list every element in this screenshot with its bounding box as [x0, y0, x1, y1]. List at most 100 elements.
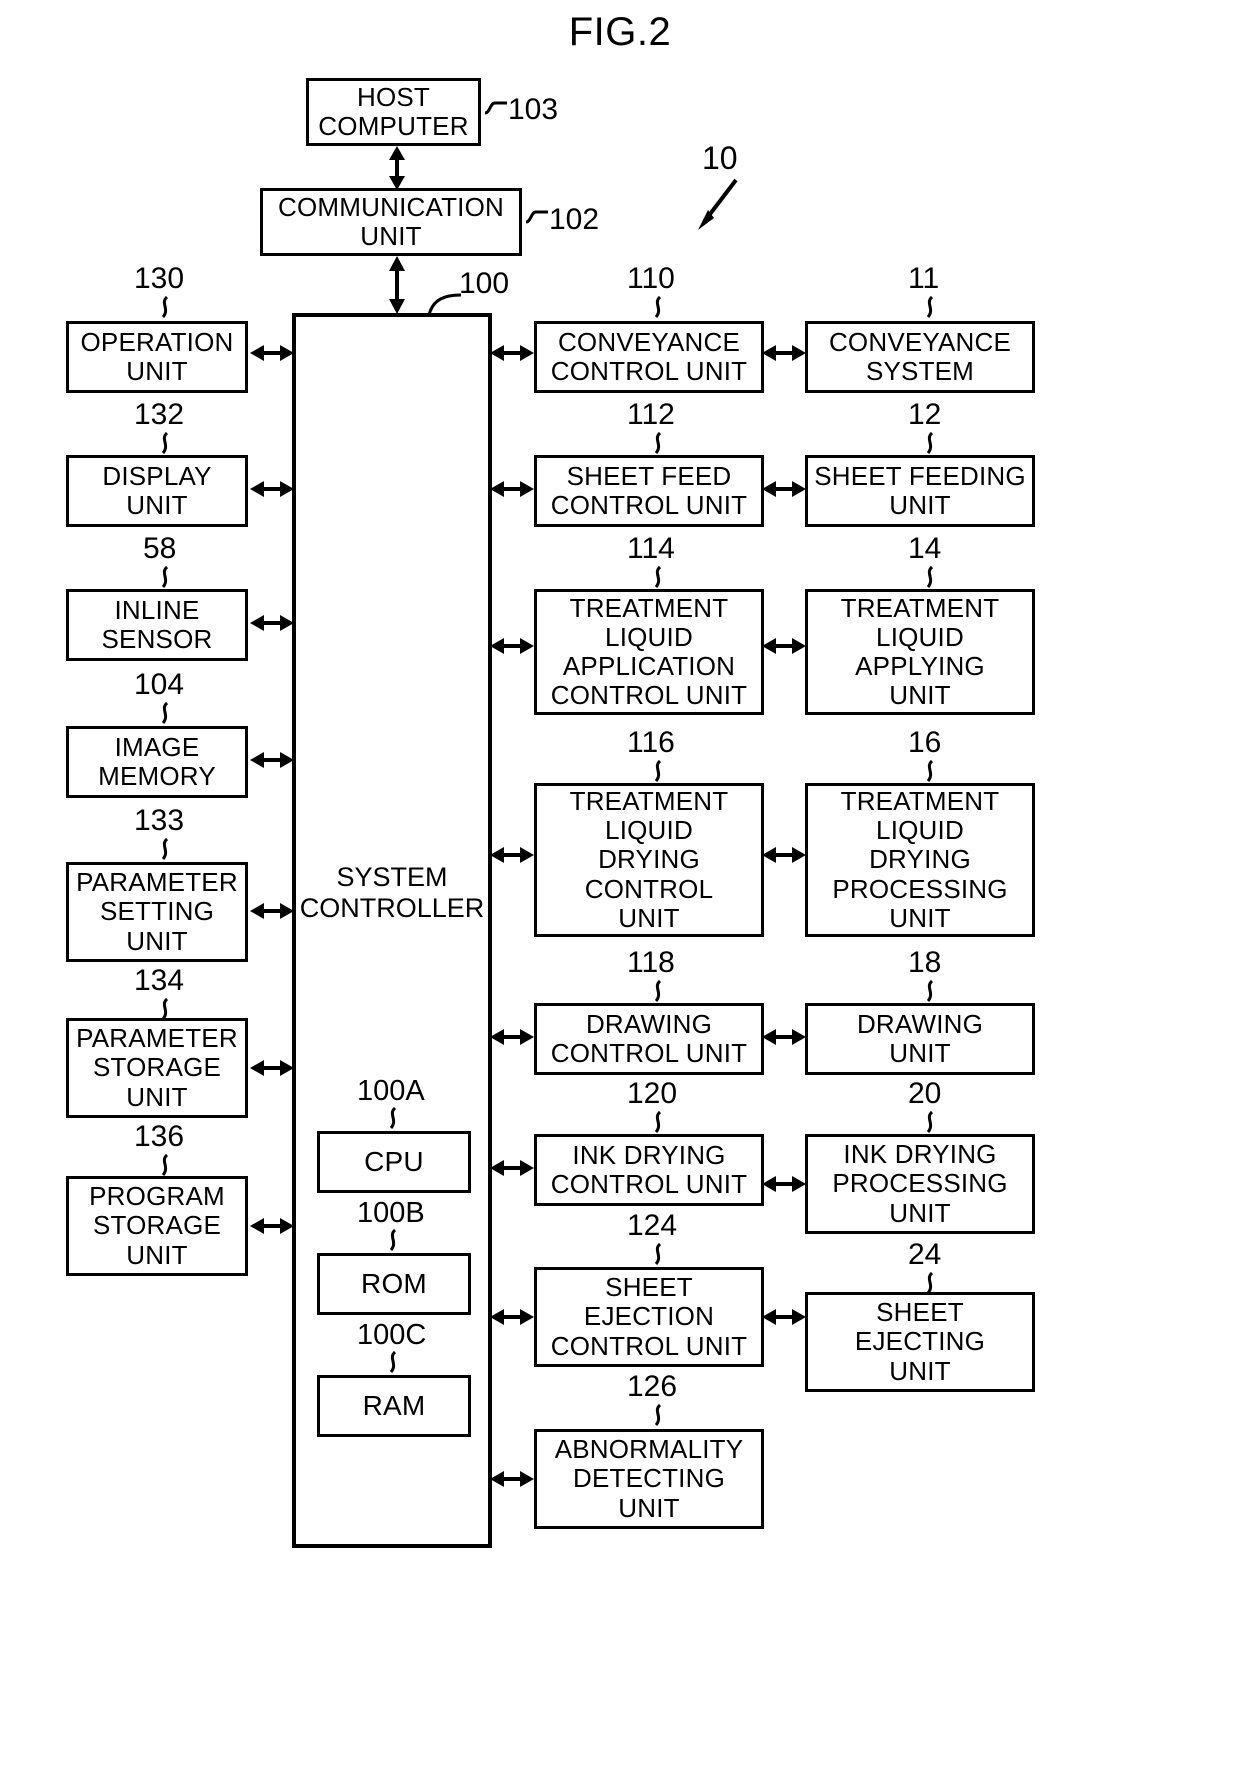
arrow-host-to-communication — [385, 146, 409, 190]
block-inline-sensor: INLINE SENSOR — [66, 589, 248, 661]
arrow-parameter-setting-unit — [250, 899, 294, 923]
lead-line-116 — [650, 759, 666, 783]
ref-numeral-14: 14 — [908, 532, 942, 565]
lead-line-104 — [157, 701, 173, 725]
block-drawing-control-unit: DRAWING CONTROL UNIT — [534, 1003, 764, 1075]
lead-line-112 — [650, 431, 666, 455]
lead-line-100C — [385, 1350, 401, 1374]
ref-numeral-126: 126 — [627, 1370, 678, 1403]
ref-numeral-104: 104 — [134, 668, 185, 701]
block-image-memory: IMAGE MEMORY — [66, 726, 248, 798]
block-ink-drying-processing-unit: INK DRYING PROCESSING UNIT — [805, 1134, 1035, 1234]
lead-line-102 — [524, 208, 548, 230]
ref-numeral-100C: 100C — [357, 1319, 427, 1351]
arrow-controller-to-treatment-liquid-application-control — [490, 634, 534, 658]
ref-numeral-118: 118 — [627, 946, 675, 979]
ref-numeral-124: 124 — [627, 1209, 678, 1242]
figure-canvas: FIG.2 HOST COMPUTER 103 COMMUNICATION UN… — [0, 0, 1240, 1773]
arrow-controller-to-sheet-feed-control — [490, 477, 534, 501]
block-ink-drying-control-unit: INK DRYING CONTROL UNIT — [534, 1134, 764, 1206]
system-controller-label: SYSTEM CONTROLLER — [299, 862, 485, 924]
ref-numeral-16: 16 — [908, 726, 942, 759]
block-parameter-setting-unit: PARAMETER SETTING UNIT — [66, 862, 248, 962]
block-treatment-liquid-application-control-unit: TREATMENT LIQUID APPLICATION CONTROL UNI… — [534, 589, 764, 715]
block-sheet-ejecting-unit: SHEET EJECTING UNIT — [805, 1292, 1035, 1392]
block-conveyance-control-unit: CONVEYANCE CONTROL UNIT — [534, 321, 764, 393]
ref-numeral-120: 120 — [627, 1077, 678, 1110]
arrow-sheet-feed-control-to-unit — [762, 477, 806, 501]
lead-line-110 — [650, 295, 666, 319]
block-host-computer: HOST COMPUTER — [306, 78, 481, 146]
arrow-controller-to-drawing-control — [490, 1025, 534, 1049]
ref-numeral-136: 136 — [134, 1120, 185, 1153]
ref-numeral-18: 18 — [908, 946, 942, 979]
arrow-program-storage-unit — [250, 1214, 294, 1238]
lead-line-100A — [385, 1106, 401, 1130]
lead-line-126 — [650, 1403, 666, 1427]
ref-numeral-11: 11 — [908, 262, 940, 295]
block-drawing-unit: DRAWING UNIT — [805, 1003, 1035, 1075]
ref-numeral-12: 12 — [908, 398, 942, 431]
arrow-drawing-control-to-unit — [762, 1025, 806, 1049]
block-treatment-liquid-drying-processing-unit: TREATMENT LIQUID DRYING PROCESSING UNIT — [805, 783, 1035, 937]
arrow-conveyance-control-to-system — [762, 341, 806, 365]
ref-numeral-100: 100 — [459, 267, 510, 300]
ref-numeral-103: 103 — [508, 93, 559, 126]
ref-numeral-100B: 100B — [357, 1197, 425, 1229]
block-sheet-ejection-control-unit: SHEET EJECTION CONTROL UNIT — [534, 1267, 764, 1367]
lead-line-118 — [650, 979, 666, 1003]
block-communication-unit: COMMUNICATION UNIT — [260, 188, 522, 256]
lead-line-114 — [650, 565, 666, 589]
lead-line-20 — [922, 1110, 938, 1134]
block-treatment-liquid-applying-unit: TREATMENT LIQUID APPLYING UNIT — [805, 589, 1035, 715]
ref-numeral-134: 134 — [134, 964, 185, 997]
ref-numeral-100A: 100A — [357, 1075, 425, 1107]
ref-numeral-24: 24 — [908, 1238, 942, 1271]
lead-line-130 — [157, 295, 173, 319]
arrow-sheet-ejection-control-to-unit — [762, 1305, 806, 1329]
lead-line-124 — [650, 1242, 666, 1266]
ref-numeral-116: 116 — [627, 726, 675, 759]
ref-numeral-20: 20 — [908, 1077, 942, 1110]
block-ram: RAM — [317, 1375, 471, 1437]
arrow-image-memory — [250, 748, 294, 772]
block-abnormality-detecting-unit: ABNORMALITY DETECTING UNIT — [534, 1429, 764, 1529]
block-program-storage-unit: PROGRAM STORAGE UNIT — [66, 1176, 248, 1276]
ref-numeral-133: 133 — [134, 804, 185, 837]
block-operation-unit: OPERATION UNIT — [66, 321, 248, 393]
block-cpu: CPU — [317, 1131, 471, 1193]
ref-numeral-112: 112 — [627, 398, 675, 431]
figure-title: FIG.2 — [568, 10, 672, 54]
lead-line-103 — [483, 99, 507, 121]
lead-line-100B — [385, 1228, 401, 1252]
arrow-operation-unit — [250, 341, 294, 365]
arrow-inline-sensor — [250, 611, 294, 635]
block-parameter-storage-unit: PARAMETER STORAGE UNIT — [66, 1018, 248, 1118]
ref-numeral-130: 130 — [134, 262, 185, 295]
arrow-parameter-storage-unit — [250, 1056, 294, 1080]
lead-line-18 — [922, 979, 938, 1003]
ref-numeral-10: 10 — [702, 140, 738, 176]
arrow-controller-to-sheet-ejection-control — [490, 1305, 534, 1329]
arrow-display-unit — [250, 477, 294, 501]
lead-line-136 — [157, 1153, 173, 1177]
arrow-controller-to-ink-drying-control — [490, 1156, 534, 1180]
block-display-unit: DISPLAY UNIT — [66, 455, 248, 527]
lead-line-133 — [157, 837, 173, 861]
ref-numeral-132: 132 — [134, 398, 185, 431]
ref-numeral-102: 102 — [549, 203, 600, 236]
lead-line-120 — [650, 1110, 666, 1134]
block-conveyance-system: CONVEYANCE SYSTEM — [805, 321, 1035, 393]
arrow-controller-to-treatment-liquid-drying-control — [490, 843, 534, 867]
lead-line-12 — [922, 431, 938, 455]
block-sheet-feeding-unit: SHEET FEEDING UNIT — [805, 455, 1035, 527]
arrow-ink-drying-control-to-unit — [762, 1172, 806, 1196]
arrow-treatment-liquid-application-control-to-unit — [762, 634, 806, 658]
ref-numeral-58: 58 — [143, 532, 177, 565]
lead-line-11 — [922, 295, 938, 319]
arrow-treatment-liquid-drying-control-to-unit — [762, 843, 806, 867]
lead-line-58 — [157, 565, 173, 589]
arrow-controller-to-abnormality-detecting — [490, 1467, 534, 1491]
block-treatment-liquid-drying-control-unit: TREATMENT LIQUID DRYING CONTROL UNIT — [534, 783, 764, 937]
ref-numeral-114: 114 — [627, 532, 675, 565]
